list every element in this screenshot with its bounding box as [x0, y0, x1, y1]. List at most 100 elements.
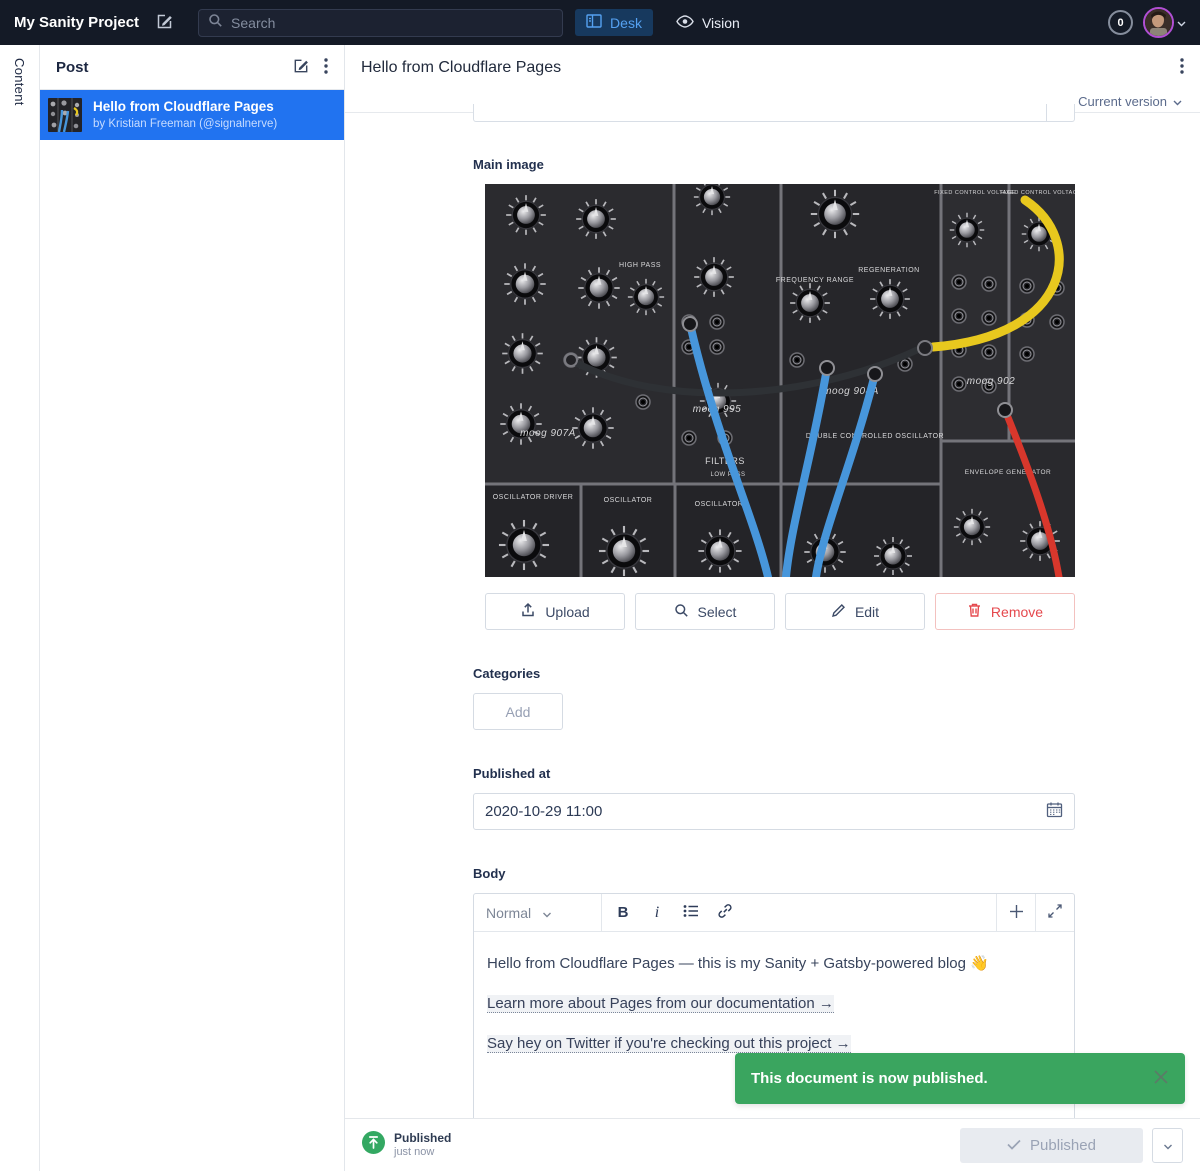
- add-category-button[interactable]: Add: [473, 693, 563, 730]
- eye-icon: [676, 15, 694, 31]
- expand-editor-button[interactable]: [1035, 894, 1074, 931]
- published-status-icon: [362, 1131, 385, 1159]
- toast-close-button[interactable]: [1153, 1069, 1169, 1088]
- search-input[interactable]: [231, 15, 553, 31]
- version-label: Current version: [1078, 94, 1167, 109]
- remove-button-label: Remove: [991, 604, 1043, 620]
- svg-text:OSCILLATOR: OSCILLATOR: [695, 501, 744, 508]
- synthesizer-image: HIGH PASS FREQUENCY RANGE REGENERATION m…: [485, 184, 1075, 577]
- paragraph-style-select[interactable]: Normal: [474, 894, 602, 931]
- upload-button[interactable]: Upload: [485, 593, 625, 630]
- select-button-label: Select: [698, 604, 737, 620]
- list-item-title: Hello from Cloudflare Pages: [93, 98, 277, 116]
- project-title: My Sanity Project: [14, 14, 139, 31]
- main-image-label: Main image: [473, 157, 1075, 172]
- plus-icon: [1009, 904, 1024, 922]
- list-title: Post: [56, 59, 89, 76]
- list-item[interactable]: Hello from Cloudflare Pages by Kristian …: [40, 90, 344, 140]
- main-image-preview[interactable]: HIGH PASS FREQUENCY RANGE REGENERATION m…: [485, 184, 1075, 577]
- published-at-input[interactable]: [485, 803, 1038, 820]
- upload-button-label: Upload: [545, 604, 589, 620]
- content-rail[interactable]: Content: [0, 45, 40, 1171]
- tab-desk[interactable]: Desk: [575, 9, 653, 36]
- topbar: My Sanity Project Desk: [0, 0, 1200, 45]
- search-bar[interactable]: [198, 9, 563, 37]
- edit-button[interactable]: Edit: [785, 593, 925, 630]
- document-pane: Hello from Cloudflare Pages Current vers…: [345, 45, 1200, 1171]
- remove-button[interactable]: Remove: [935, 593, 1075, 630]
- kebab-menu-icon: [324, 58, 328, 77]
- svg-text:DOUBLE CONTROLLED OSCILLATOR: DOUBLE CONTROLLED OSCILLATOR: [806, 433, 944, 440]
- pencil-icon: [831, 603, 846, 621]
- list-header: Post: [40, 45, 344, 90]
- close-icon: [1153, 1069, 1169, 1088]
- kebab-menu-icon: [1180, 58, 1184, 77]
- published-at-label: Published at: [473, 766, 1075, 781]
- categories-label: Categories: [473, 666, 1075, 681]
- image-button-row: Upload Select: [485, 593, 1075, 630]
- chevron-down-icon: [1163, 1138, 1173, 1153]
- body-link-documentation[interactable]: Learn more about Pages from our document…: [487, 995, 834, 1013]
- chevron-down-icon: [1173, 94, 1182, 109]
- bold-button[interactable]: B: [608, 898, 638, 928]
- document-menu-button[interactable]: [1176, 54, 1188, 81]
- bullet-list-icon: [683, 904, 699, 922]
- checkmark-icon: [1007, 1137, 1021, 1154]
- document-title: Hello from Cloudflare Pages: [361, 59, 561, 77]
- published-at-field[interactable]: [473, 793, 1075, 830]
- link-icon: [717, 903, 733, 923]
- publish-status[interactable]: Published just now: [362, 1131, 451, 1160]
- svg-text:moog 902: moog 902: [967, 376, 1015, 387]
- document-header: Hello from Cloudflare Pages Current vers…: [345, 45, 1200, 113]
- svg-text:REGENERATION: REGENERATION: [858, 267, 920, 274]
- search-icon: [674, 603, 689, 621]
- document-form-scroll[interactable]: Main image: [345, 113, 1200, 1118]
- tab-vision[interactable]: Vision: [665, 10, 751, 36]
- compose-icon: [292, 57, 310, 78]
- svg-text:OSCILLATOR: OSCILLATOR: [604, 497, 653, 504]
- list-item-thumbnail: [48, 98, 82, 132]
- trash-icon: [967, 602, 982, 621]
- edit-button-label: Edit: [855, 604, 879, 620]
- content-rail-label: Content: [12, 58, 27, 1171]
- publish-button[interactable]: Published: [960, 1128, 1143, 1163]
- calendar-icon[interactable]: [1046, 801, 1063, 823]
- list-menu-button[interactable]: [320, 54, 332, 81]
- toast-message: This document is now published.: [751, 1070, 1143, 1087]
- bullet-list-button[interactable]: [676, 898, 706, 928]
- paragraph-style-value: Normal: [486, 905, 534, 921]
- compose-icon: [155, 12, 174, 34]
- svg-text:moog 907A: moog 907A: [520, 428, 576, 439]
- create-new-button[interactable]: [288, 53, 314, 82]
- field-divider: [1046, 104, 1047, 121]
- italic-button[interactable]: i: [642, 898, 672, 928]
- publish-menu-button[interactable]: [1152, 1128, 1183, 1163]
- svg-text:OSCILLATOR DRIVER: OSCILLATOR DRIVER: [493, 494, 574, 501]
- body-link-twitter[interactable]: Say hey on Twitter if you're checking ou…: [487, 1035, 851, 1053]
- list-item-subtitle: by Kristian Freeman (@signalnerve): [93, 117, 277, 132]
- cropped-slug-field[interactable]: [473, 104, 1075, 122]
- status-badge[interactable]: 0: [1108, 10, 1133, 35]
- insert-block-button[interactable]: [996, 894, 1035, 931]
- svg-text:FIXED CONTROL VOLTAGE: FIXED CONTROL VOLTAGE: [934, 190, 1016, 196]
- link-button[interactable]: [710, 898, 740, 928]
- publish-status-label: Published: [394, 1131, 451, 1146]
- document-footer: Published just now Published: [345, 1118, 1200, 1171]
- upload-icon: [520, 602, 536, 621]
- tab-desk-label: Desk: [610, 15, 642, 31]
- chevron-down-icon: [1177, 14, 1186, 32]
- select-button[interactable]: Select: [635, 593, 775, 630]
- svg-text:FREQUENCY RANGE: FREQUENCY RANGE: [776, 277, 854, 284]
- search-icon: [208, 13, 223, 33]
- svg-text:LOW PASS: LOW PASS: [711, 472, 746, 478]
- avatar: [1143, 7, 1174, 38]
- user-menu[interactable]: [1143, 7, 1186, 38]
- chevron-down-icon: [542, 905, 590, 921]
- body-paragraph: Hello from Cloudflare Pages — this is my…: [487, 953, 1061, 975]
- document-list-pane: Post: [40, 45, 345, 1171]
- svg-text:ENVELOPE GENERATOR: ENVELOPE GENERATOR: [965, 469, 1051, 476]
- editor-toolbar: Normal B i: [474, 894, 1074, 932]
- body-label: Body: [473, 866, 1075, 881]
- publish-button-label: Published: [1030, 1137, 1096, 1154]
- new-document-button[interactable]: [151, 8, 178, 38]
